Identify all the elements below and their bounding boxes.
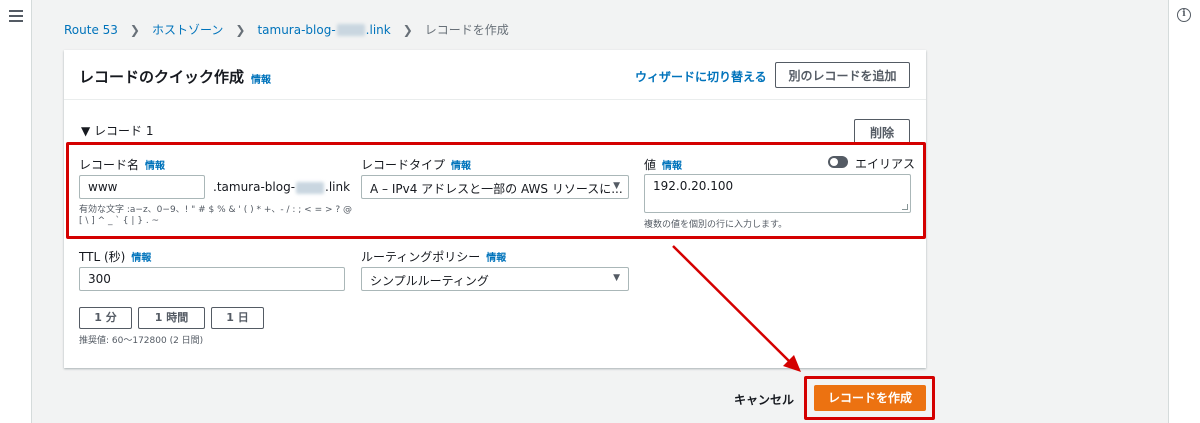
breadcrumb-zone[interactable]: tamura-blog- .link — [257, 23, 390, 37]
right-tools-rail: i — [1168, 0, 1200, 423]
breadcrumb-hosted-zones[interactable]: ホストゾーン — [152, 21, 223, 38]
record-1-expander[interactable]: ▼ レコード 1 — [81, 122, 154, 139]
ttl-label-text: TTL (秒) — [79, 250, 126, 264]
ttl-recommended-hint: 推奨値: 60〜172800 (2 日間) — [79, 336, 204, 346]
breadcrumb: Route 53 ❯ ホストゾーン ❯ tamura-blog- .link ❯ … — [64, 21, 509, 38]
record-fields-highlight — [66, 142, 926, 239]
cancel-button[interactable]: キャンセル — [734, 391, 794, 408]
routing-policy-info-link[interactable]: 情報 — [486, 253, 506, 264]
quick-create-panel: レコードのクイック作成 情報 ウィザードに切り替える 別のレコードを追加 ▼ レ… — [64, 50, 926, 368]
ttl-1-hour-button[interactable]: 1 時間 — [138, 307, 205, 329]
breadcrumb-current: レコードを作成 — [424, 23, 509, 37]
menu-icon[interactable] — [9, 10, 23, 25]
ttl-label: TTL (秒) 情報 — [79, 248, 151, 265]
title-info-link[interactable]: 情報 — [251, 71, 271, 86]
switch-to-wizard-link[interactable]: ウィザードに切り替える — [635, 68, 767, 85]
create-record-button[interactable]: レコードを作成 — [814, 385, 926, 411]
ttl-info-link[interactable]: 情報 — [131, 253, 151, 264]
ttl-1-minute-button[interactable]: 1 分 — [79, 307, 132, 329]
routing-policy-select[interactable]: シンプルルーティング ▼ — [361, 267, 629, 291]
chevron-right-icon: ❯ — [402, 22, 413, 37]
chevron-right-icon: ❯ — [129, 22, 140, 37]
ttl-1-day-button[interactable]: 1 日 — [211, 307, 264, 329]
caret-down-icon: ▼ — [613, 273, 620, 283]
chevron-right-icon: ❯ — [235, 22, 246, 37]
zone-prefix: tamura-blog- — [257, 22, 336, 37]
redacted-text — [336, 24, 365, 36]
left-nav-rail — [0, 0, 32, 423]
panel-header: レコードのクイック作成 情報 ウィザードに切り替える 別のレコードを追加 — [64, 50, 926, 100]
breadcrumb-route53[interactable]: Route 53 — [64, 23, 118, 37]
routing-policy-label-text: ルーティングポリシー — [361, 250, 481, 264]
info-icon[interactable]: i — [1177, 8, 1191, 22]
page-title: レコードのクイック作成 — [79, 68, 245, 86]
zone-suffix: .link — [365, 22, 391, 37]
add-another-record-button[interactable]: 別のレコードを追加 — [775, 62, 910, 88]
routing-policy-label: ルーティングポリシー 情報 — [361, 248, 506, 265]
ttl-input[interactable] — [79, 267, 345, 291]
routing-policy-value: シンプルルーティング — [370, 274, 489, 288]
